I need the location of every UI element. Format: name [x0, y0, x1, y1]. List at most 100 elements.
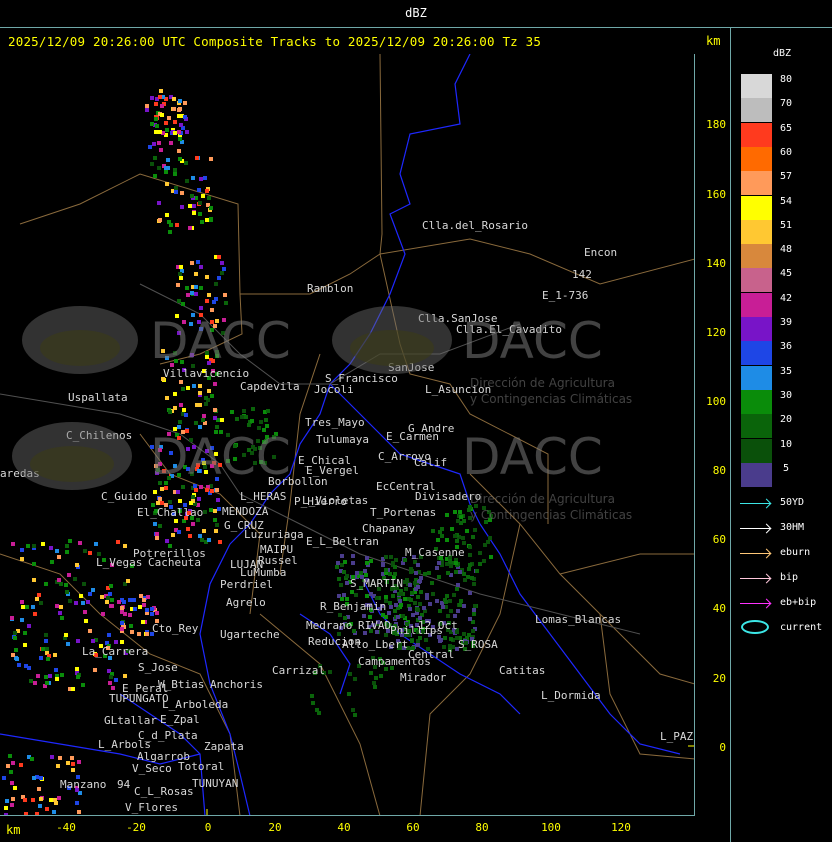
legend-title: dBZ: [772, 48, 792, 59]
radar-echo-cell: [154, 117, 158, 121]
radar-echo-cell: [165, 396, 169, 400]
radar-echo-cell: [71, 762, 75, 766]
dbz-label-36: 36: [779, 341, 793, 353]
radar-echo-cell: [20, 548, 24, 552]
radar-echo-cell: [203, 510, 207, 514]
unit-label-bottom: km: [6, 823, 21, 837]
radar-echo-cell: [458, 510, 462, 514]
radar-echo-cell: [24, 812, 28, 815]
radar-echo-cell: [93, 668, 97, 672]
radar-echo-cell: [185, 130, 189, 134]
radar-echo-cell: [37, 593, 41, 597]
radar-echo-cell: [45, 807, 49, 811]
radar-echo-cell: [465, 529, 469, 533]
radar-echo-cell: [388, 601, 392, 605]
dbz-swatch-51: [741, 219, 772, 244]
radar-echo-cell: [199, 286, 203, 290]
place-label: La_Carrera: [82, 645, 148, 658]
radar-echo-cell: [160, 487, 164, 491]
radar-echo-cell: [137, 632, 141, 636]
radar-echo-cell: [456, 519, 460, 523]
dbz-swatch-70: [741, 98, 772, 123]
radar-echo-cell: [111, 686, 115, 690]
radar-echo-cell: [39, 656, 43, 660]
radar-echo-cell: [178, 137, 182, 141]
radar-echo-cell: [185, 179, 189, 183]
radar-echo-cell: [178, 99, 182, 103]
radar-echo-cell: [167, 116, 171, 120]
x-tick-label: -40: [56, 821, 76, 834]
radar-echo-cell: [430, 581, 434, 585]
radar-echo-cell: [393, 609, 397, 613]
radar-echo-cell: [197, 188, 201, 192]
radar-echo-cell: [209, 206, 213, 210]
y-tick-label: 140: [706, 257, 726, 270]
radar-echo-cell: [337, 577, 341, 581]
place-label: L_Vegas: [96, 556, 142, 569]
radar-echo-cell: [345, 574, 349, 578]
radar-echo-cell: [416, 608, 420, 612]
radar-echo-cell: [445, 594, 449, 598]
radar-echo-cell: [109, 675, 113, 679]
radar-echo-cell: [186, 293, 190, 297]
radar-echo-cell: [150, 162, 154, 166]
radar-echo-cell: [449, 564, 453, 568]
radar-echo-cell: [203, 176, 207, 180]
radar-echo-cell: [205, 299, 209, 303]
radar-echo-cell: [27, 624, 31, 628]
radar-echo-cell: [158, 130, 162, 134]
radar-echo-cell: [45, 681, 49, 685]
place-label: Ramblon: [307, 282, 353, 295]
radar-echo-cell: [178, 499, 182, 503]
place-label: 12_Oct: [418, 619, 458, 632]
radar-echo-cell: [173, 406, 177, 410]
radar-echo-cell: [23, 798, 27, 802]
radar-echo-cell: [2, 776, 6, 780]
radar-echo-cell: [177, 108, 181, 112]
x-tick-label: 80: [475, 821, 489, 834]
radar-echo-cell: [169, 223, 173, 227]
place-label: M_Casenne: [405, 546, 465, 559]
track-legend-label: 50YD: [780, 497, 805, 508]
radar-echo-cell: [35, 597, 39, 601]
radar-echo-cell: [489, 555, 493, 559]
radar-echo-cell: [24, 664, 28, 668]
radar-echo-cell: [174, 190, 178, 194]
radar-echo-cell: [473, 604, 477, 608]
place-label: Campamentos: [358, 655, 431, 668]
radar-echo-cell: [431, 592, 435, 596]
radar-header-caption: 2025/12/09 20:26:00 UTC Composite Tracks…: [8, 34, 542, 49]
radar-echo-cell: [353, 713, 357, 717]
radar-map[interactable]: Clla.del_Rosario Encon 142 E_1-736 Ramblon Cl…: [0, 54, 695, 816]
radar-echo-cell: [198, 201, 202, 205]
radar-echo-cell: [467, 567, 471, 571]
radar-echo-cell: [404, 587, 408, 591]
radar-echo-cell: [393, 572, 397, 576]
radar-echo-cell: [78, 541, 82, 545]
radar-echo-cell: [91, 639, 95, 643]
dbz-label-10: 10: [779, 438, 793, 450]
radar-echo-cell: [192, 384, 196, 388]
radar-echo-cell: [264, 418, 268, 422]
radar-echo-cell: [65, 544, 69, 548]
dbz-swatch-36: [741, 341, 772, 366]
place-label: Manzano: [60, 778, 106, 791]
radar-echo-cell: [44, 675, 48, 679]
radar-echo-cell: [365, 556, 369, 560]
radar-echo-cell: [55, 604, 59, 608]
radar-echo-cell: [15, 657, 19, 661]
radar-echo-cell: [435, 599, 439, 603]
radar-echo-cell: [11, 761, 15, 765]
radar-echo-cell: [173, 168, 177, 172]
radar-echo-cell: [73, 577, 77, 581]
place-label: Tulumaya: [316, 433, 369, 446]
radar-echo-cell: [328, 670, 332, 674]
radar-echo-cell: [389, 605, 393, 609]
radar-echo-cell: [57, 578, 61, 582]
dbz-label-45: 45: [779, 268, 793, 280]
radar-echo-cell: [13, 636, 17, 640]
radar-echo-cell: [394, 603, 398, 607]
radar-echo-cell: [223, 293, 227, 297]
radar-echo-cell: [472, 582, 476, 586]
radar-echo-cell: [120, 627, 124, 631]
